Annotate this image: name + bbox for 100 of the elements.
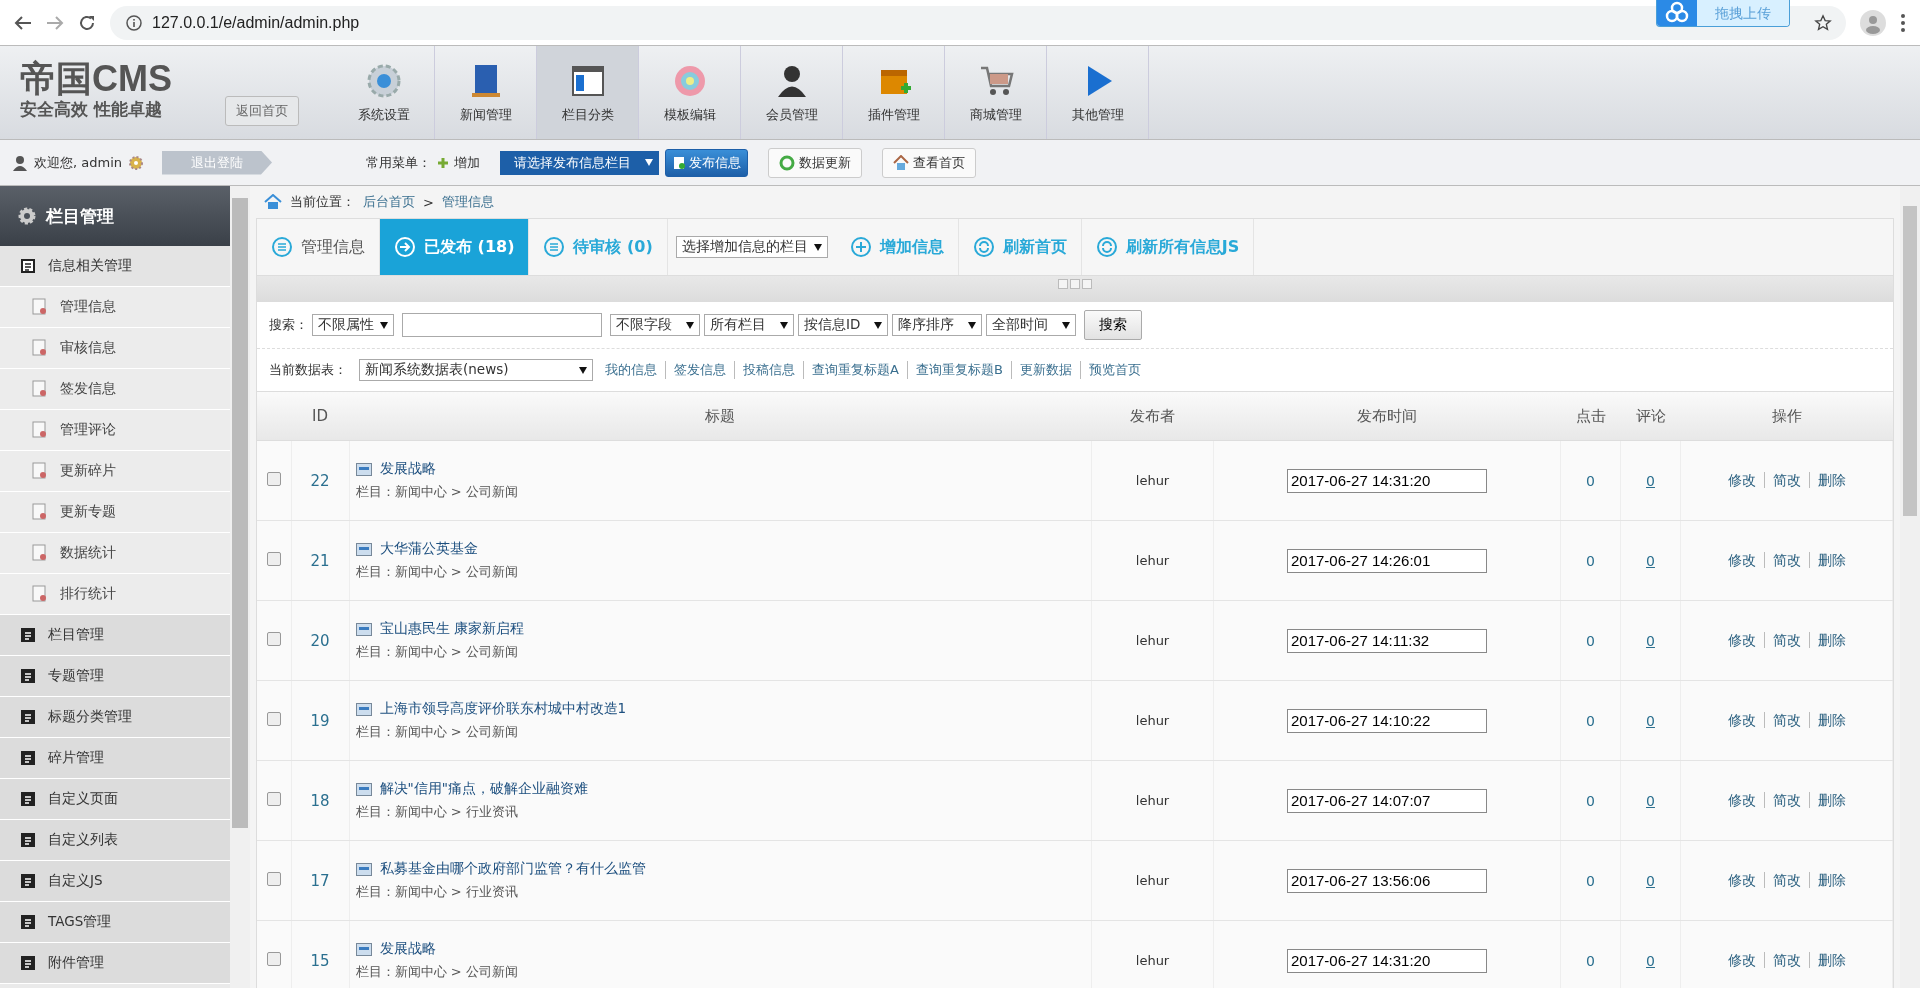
comments-link[interactable]: 0 [1646, 792, 1655, 809]
back-arrow-icon[interactable] [14, 14, 32, 31]
data-link[interactable]: 预览首页 [1079, 361, 1141, 379]
avatar-icon[interactable] [1860, 9, 1886, 36]
data-link[interactable]: 查询重复标题B [906, 361, 1003, 379]
nav-item[interactable]: 会员管理 [741, 46, 843, 139]
drag-handle-icon[interactable] [1058, 276, 1092, 289]
article-title-link[interactable]: 宝山惠民生 康家新启程 [379, 620, 524, 638]
nav-item[interactable]: 其他管理 [1047, 46, 1149, 139]
filter-select[interactable]: 所有栏目 [704, 314, 794, 336]
row-action-link[interactable]: 删除 [1808, 471, 1846, 488]
add-link[interactable]: 增加 [437, 153, 480, 172]
data-table-select[interactable]: 新闻系统数据表(news) [359, 359, 593, 381]
row-action-link[interactable]: 删除 [1808, 791, 1846, 808]
search-button[interactable]: 搜索 [1084, 310, 1142, 340]
menu-icon[interactable] [1900, 12, 1906, 33]
attribute-select[interactable]: 不限属性 [312, 314, 394, 336]
article-title-link[interactable]: 发展战略 [379, 460, 436, 478]
comments-link[interactable]: 0 [1646, 712, 1655, 729]
row-action-link[interactable]: 删除 [1808, 951, 1846, 968]
row-checkbox[interactable] [266, 872, 281, 886]
row-action-link[interactable]: 简改 [1763, 951, 1801, 968]
comments-link[interactable]: 0 [1646, 472, 1655, 489]
row-action-link[interactable]: 修改 [1727, 871, 1756, 888]
row-action-link[interactable]: 简改 [1763, 871, 1801, 888]
sidebar-group[interactable]: 信息相关管理 [0, 246, 230, 287]
scrollbar[interactable] [230, 186, 250, 988]
article-title-link[interactable]: 解决"信用"痛点，破解企业融资难 [379, 780, 588, 798]
publish-time-field[interactable]: 2017-06-27 14:10:22 [1287, 708, 1487, 733]
nav-item[interactable]: 栏目分类 [537, 46, 639, 139]
reload-icon[interactable] [78, 13, 96, 32]
row-action-link[interactable]: 简改 [1763, 631, 1801, 648]
filter-select[interactable]: 不限字段 [610, 314, 700, 336]
sidebar-group[interactable]: 自定义页面 [0, 779, 230, 820]
article-title-link[interactable]: 大华蒲公英基金 [379, 540, 478, 558]
row-action-link[interactable]: 简改 [1763, 551, 1801, 568]
data-link[interactable]: 我的信息 [605, 361, 657, 379]
scrollbar[interactable] [1900, 186, 1920, 988]
data-link[interactable]: 更新数据 [1010, 361, 1072, 379]
publish-button[interactable]: 发布信息 [665, 148, 748, 177]
row-action-link[interactable]: 修改 [1727, 631, 1756, 648]
row-action-link[interactable]: 简改 [1763, 711, 1801, 728]
back-home-button[interactable]: 返回首页 [225, 96, 299, 126]
sidebar-group[interactable]: 自定义JS [0, 861, 230, 902]
row-action-link[interactable]: 删除 [1808, 551, 1846, 568]
filter-select[interactable]: 全部时间 [986, 314, 1076, 336]
row-action-link[interactable]: 简改 [1763, 791, 1801, 808]
publish-time-field[interactable]: 2017-06-27 14:11:32 [1287, 628, 1487, 653]
nav-item[interactable]: 商城管理 [945, 46, 1047, 139]
sidebar-group[interactable]: 附件管理 [0, 943, 230, 984]
publish-time-field[interactable]: 2017-06-27 14:26:01 [1287, 548, 1487, 573]
add-column-select[interactable]: 选择增加信息的栏目 [675, 236, 828, 258]
article-title-link[interactable]: 私募基金由哪个政府部门监管？有什么监管 [379, 860, 646, 878]
row-action-link[interactable]: 删除 [1808, 871, 1846, 888]
nav-item[interactable]: 插件管理 [843, 46, 945, 139]
row-action-link[interactable]: 修改 [1727, 791, 1756, 808]
row-action-link[interactable]: 修改 [1727, 711, 1756, 728]
row-action-link[interactable]: 修改 [1727, 471, 1756, 488]
data-link[interactable]: 签发信息 [665, 361, 726, 379]
row-checkbox[interactable] [266, 712, 281, 726]
star-icon[interactable] [1814, 13, 1832, 32]
row-checkbox[interactable] [266, 952, 281, 966]
article-title-link[interactable]: 发展战略 [379, 940, 436, 958]
column-select[interactable]: 请选择发布信息栏目 [500, 150, 659, 175]
row-checkbox[interactable] [266, 472, 281, 486]
publish-time-field[interactable]: 2017-06-27 13:56:06 [1287, 868, 1487, 893]
row-checkbox[interactable] [266, 552, 281, 566]
row-checkbox[interactable] [266, 792, 281, 806]
article-title-link[interactable]: 上海市领导高度评价联东村城中村改造1 [379, 700, 627, 718]
nav-item[interactable]: 系统设置 [333, 46, 435, 139]
publish-time-field[interactable]: 2017-06-27 14:07:07 [1287, 788, 1487, 813]
publish-time-field[interactable]: 2017-06-27 14:31:20 [1287, 948, 1487, 973]
nav-item[interactable]: 新闻管理 [435, 46, 537, 139]
data-update-button[interactable]: 数据更新 [768, 147, 862, 178]
row-action-link[interactable]: 简改 [1763, 471, 1801, 488]
breadcrumb-link[interactable]: 管理信息 [441, 193, 494, 211]
row-action-link[interactable]: 修改 [1727, 551, 1756, 568]
comments-link[interactable]: 0 [1646, 552, 1655, 569]
nav-item[interactable]: 模板编辑 [639, 46, 741, 139]
data-link[interactable]: 投稿信息 [734, 361, 795, 379]
publish-time-field[interactable]: 2017-06-27 14:31:20 [1287, 468, 1487, 493]
row-action-link[interactable]: 删除 [1808, 631, 1846, 648]
comments-link[interactable]: 0 [1646, 872, 1655, 889]
forward-arrow-icon[interactable] [46, 14, 64, 31]
filter-select[interactable]: 降序排序 [892, 314, 982, 336]
comments-link[interactable]: 0 [1646, 952, 1655, 969]
comments-link[interactable]: 0 [1646, 632, 1655, 649]
sidebar-group[interactable]: 标题分类管理 [0, 697, 230, 738]
data-link[interactable]: 查询重复标题A [803, 361, 899, 379]
search-field[interactable] [402, 313, 602, 337]
row-action-link[interactable]: 删除 [1808, 711, 1846, 728]
sidebar-group[interactable]: 碎片管理 [0, 738, 230, 779]
breadcrumb-link[interactable]: 后台首页 [363, 193, 415, 211]
row-action-link[interactable]: 修改 [1727, 951, 1756, 968]
sidebar-group[interactable]: 栏目管理 [0, 615, 230, 656]
row-checkbox[interactable] [266, 632, 281, 646]
sidebar-group[interactable]: TAGS管理 [0, 902, 230, 943]
filter-select[interactable]: 按信息ID [798, 314, 888, 336]
view-home-button[interactable]: 查看首页 [882, 147, 976, 178]
sidebar-group[interactable]: 专题管理 [0, 656, 230, 697]
